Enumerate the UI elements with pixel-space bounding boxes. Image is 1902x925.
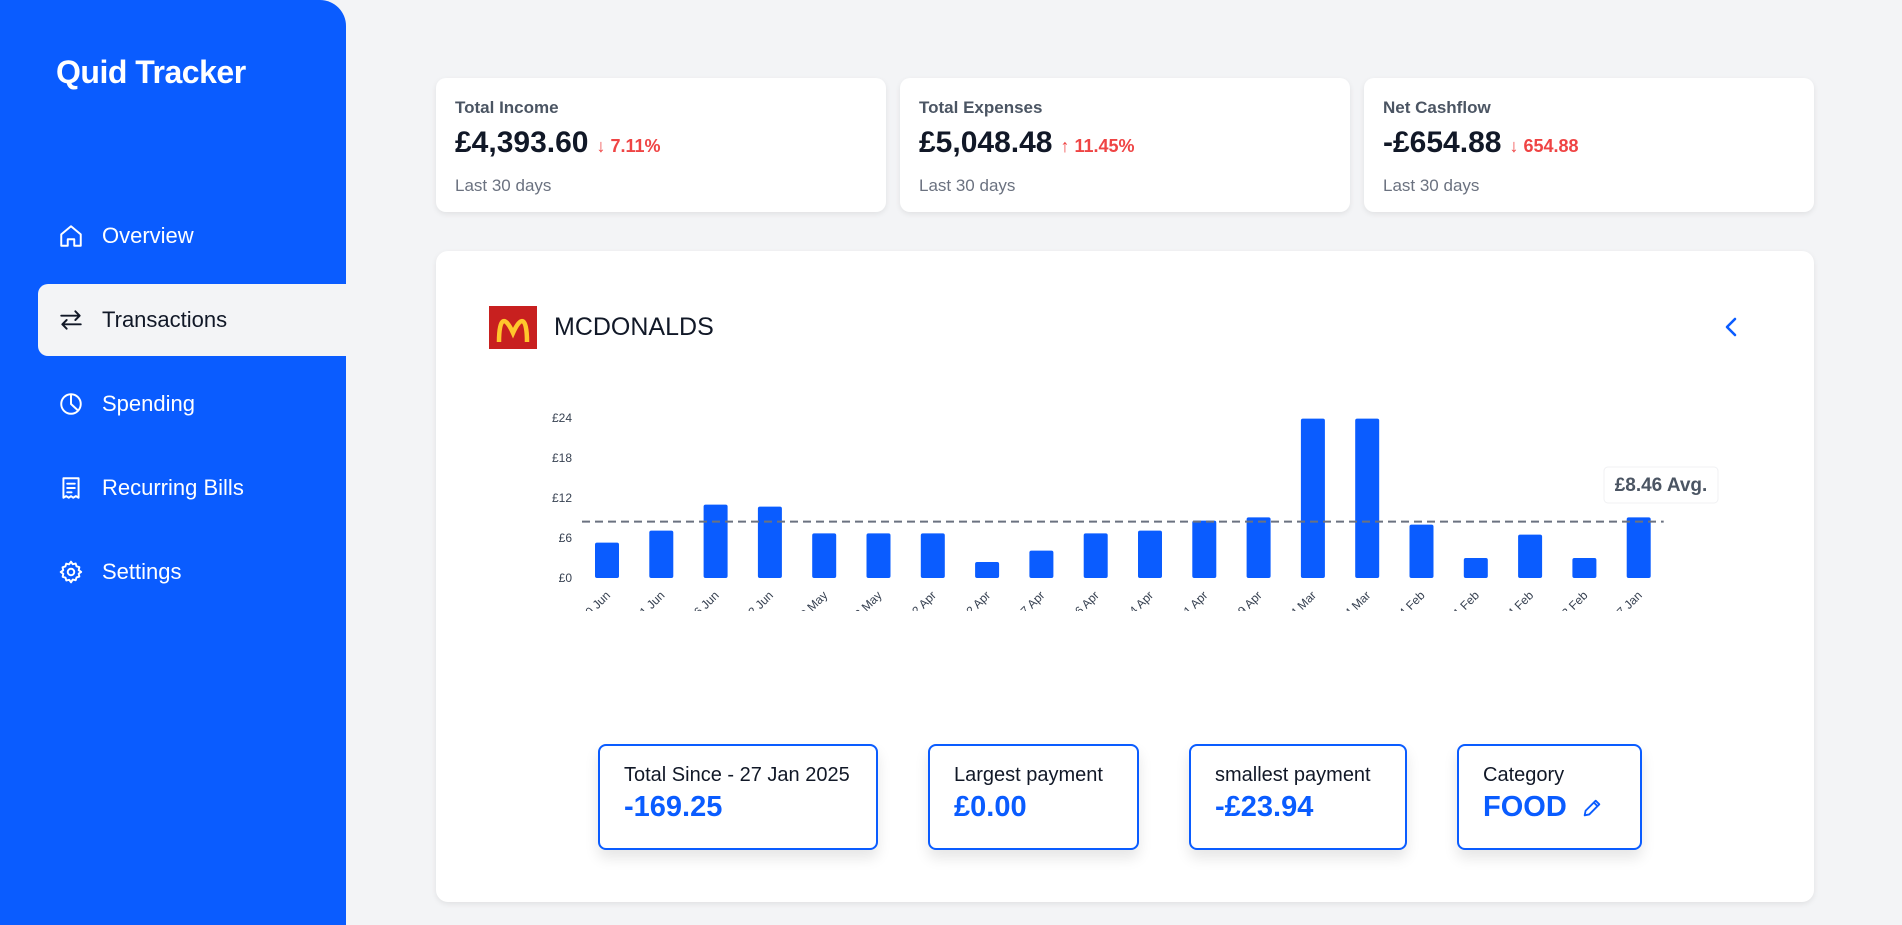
x-tick-label: 12 May (847, 588, 885, 611)
x-tick-label: 27 Jan (1609, 588, 1644, 611)
x-tick-label: 24 Feb (1391, 588, 1428, 611)
stat-change: ↑ 11.45% (1060, 136, 1135, 156)
stat-change: ↓ 654.88 (1509, 136, 1579, 156)
x-tick-label: 19 May (793, 588, 831, 611)
y-tick-label: £12 (552, 491, 572, 505)
summary-value: -169.25 (624, 791, 723, 823)
largest-payment-card: Largest payment £0.00 (928, 744, 1139, 850)
total-income-card: Total Income £4,393.60 ↓ 7.11% Last 30 d… (436, 78, 886, 212)
sidebar-item-label: Overview (102, 223, 194, 248)
chart-bar[interactable] (1463, 558, 1488, 578)
x-tick-label: 9 Apr (1235, 588, 1265, 611)
chart-bar[interactable] (595, 542, 619, 578)
stat-row: £5,048.48 ↑ 11.45% (919, 126, 1331, 160)
x-tick-label: 4 Mar (1342, 588, 1374, 611)
sidebar-item-label: Spending (102, 391, 195, 416)
x-tick-label: 14 Feb (1500, 588, 1537, 611)
stat-change: ↓ 7.11% (596, 136, 661, 156)
chart-bar[interactable] (1355, 418, 1380, 578)
x-tick-label: 13 Feb (1554, 588, 1591, 611)
sidebar-item-spending[interactable]: Spending (38, 368, 346, 440)
spending-bar-chart: £0 £6 £12 £18 £24 20 Jun 11 Jun 6 Jun 2 Jun 19 Ma… (552, 411, 1719, 611)
chart-bar[interactable] (1409, 524, 1434, 578)
x-tick-label: 11 Jun (633, 588, 668, 611)
x-tick-label: 17 Apr (1013, 588, 1047, 611)
sidebar-item-recurring-bills[interactable]: Recurring Bills (38, 452, 346, 524)
x-tick-label: 21 Feb (1446, 588, 1483, 611)
edit-category-button[interactable] (1581, 797, 1603, 819)
category-value: FOOD (1483, 791, 1567, 823)
receipt-icon (58, 475, 84, 501)
chart-bar[interactable] (1572, 558, 1597, 578)
chart-bar[interactable] (1626, 517, 1651, 578)
total-expenses-card: Total Expenses £5,048.48 ↑ 11.45% Last 3… (900, 78, 1350, 212)
sidebar-item-overview[interactable]: Overview (38, 200, 346, 272)
chart-bar[interactable] (649, 530, 674, 578)
category-card: Category FOOD (1457, 744, 1642, 850)
summary-label: smallest payment (1215, 764, 1371, 786)
arrows-swap-icon (58, 307, 84, 333)
summary-label: Total Since - 27 Jan 2025 (624, 764, 850, 786)
y-tick-label: £6 (559, 531, 573, 545)
summary-label: Category (1483, 764, 1565, 786)
smallest-payment-card: smallest payment -£23.94 (1189, 744, 1407, 850)
stat-label: Total Expenses (919, 98, 1043, 117)
app-logo[interactable]: Quid Tracker (56, 54, 246, 91)
x-tick-label: 22 Apr (959, 588, 993, 611)
chart-bar[interactable] (703, 504, 728, 578)
stat-value: £4,393.60 (455, 126, 589, 159)
chart-bar[interactable] (1300, 418, 1325, 578)
average-label: £8.46 Avg. (1615, 475, 1708, 496)
chart-bar[interactable] (975, 562, 1000, 578)
chart-bar[interactable] (812, 533, 837, 578)
chart-bar[interactable] (866, 533, 891, 578)
stat-value: -£654.88 (1383, 126, 1502, 159)
category-value-row: FOOD (1483, 791, 1616, 824)
pencil-icon (1583, 799, 1601, 816)
x-tick-label: 11 Apr (1177, 588, 1211, 611)
y-tick-label: £0 (559, 571, 573, 585)
home-icon (58, 223, 84, 249)
summary-value: -£23.94 (1215, 791, 1314, 823)
chart-bar[interactable] (1029, 550, 1054, 578)
chart-bar[interactable] (1246, 517, 1271, 578)
chart-bar[interactable] (1518, 534, 1543, 578)
y-tick-label: £24 (552, 411, 572, 425)
x-tick-label: 4 Mar (1287, 588, 1319, 611)
x-tick-label: 16 Apr (1067, 588, 1101, 611)
x-tick-label: 14 Apr (1122, 588, 1156, 611)
x-tick-label: 22 Apr (904, 588, 938, 611)
pie-chart-icon (58, 391, 84, 417)
stat-row: -£654.88 ↓ 654.88 (1383, 126, 1795, 160)
sidebar-nav: Overview Transactions Spending Recurring… (38, 200, 346, 620)
total-since-card: Total Since - 27 Jan 2025 -169.25 (598, 744, 878, 850)
stat-period: Last 30 days (455, 176, 552, 195)
stat-label: Total Income (455, 98, 559, 117)
stat-period: Last 30 days (919, 176, 1016, 195)
summary-label: Largest payment (954, 764, 1103, 786)
x-tick-label: 6 Jun (691, 588, 722, 611)
sidebar: Quid Tracker Overview Transactions Spend… (0, 0, 346, 925)
sidebar-item-settings[interactable]: Settings (38, 536, 346, 608)
chart-bar[interactable] (1192, 520, 1217, 578)
stat-row: £4,393.60 ↓ 7.11% (455, 126, 867, 160)
y-tick-label: £18 (552, 451, 572, 465)
gear-icon (58, 559, 84, 585)
chart-bar[interactable] (1138, 530, 1162, 578)
chart-bar[interactable] (1083, 533, 1108, 578)
chart-bar[interactable] (757, 506, 782, 578)
stat-label: Net Cashflow (1383, 98, 1491, 117)
stat-period: Last 30 days (1383, 176, 1480, 195)
sidebar-item-label: Recurring Bills (102, 475, 244, 500)
stat-value: £5,048.48 (919, 126, 1053, 159)
x-tick-label: 20 Jun (578, 588, 613, 611)
sidebar-item-transactions[interactable]: Transactions (38, 284, 346, 356)
summary-value: £0.00 (954, 791, 1027, 823)
sidebar-item-label: Transactions (102, 307, 228, 332)
x-tick-label: 2 Jun (745, 588, 776, 611)
sidebar-item-label: Settings (102, 559, 182, 584)
merchant-detail-panel: MCDONALDS £0 £6 £12 £18 £24 20 Jun 11 Jun 6 Jun… (436, 251, 1814, 902)
chart-bar[interactable] (920, 533, 945, 578)
net-cashflow-card: Net Cashflow -£654.88 ↓ 654.88 Last 30 d… (1364, 78, 1814, 212)
